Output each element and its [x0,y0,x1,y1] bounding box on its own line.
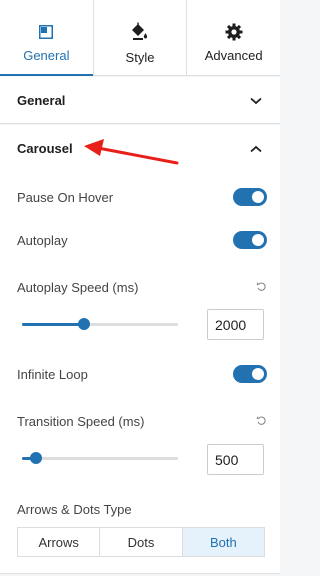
control-label: Arrows & Dots Type [17,501,132,517]
infinite-loop-row: Infinite Loop [17,365,267,383]
annotation-arrow [84,139,179,165]
gear-icon [225,22,243,42]
slider-thumb[interactable] [30,452,43,464]
autoplay-speed-input[interactable]: 2000 [207,309,264,340]
control-label: Autoplay [17,232,68,248]
tab-label: General [23,48,70,63]
chevron-up-icon [250,141,262,156]
autoplay-toggle[interactable] [233,231,267,249]
pause-on-hover-row: Pause On Hover [17,188,267,206]
arrows-dots-selector: Arrows Dots Both [17,527,265,557]
infinite-loop-toggle[interactable] [233,365,267,383]
tab-general[interactable]: General [0,0,93,76]
option-arrows[interactable]: Arrows [18,528,99,556]
carousel-panel-body: Pause On Hover Autoplay Autoplay Speed (… [0,171,280,574]
slider-fill [22,323,85,326]
transition-speed-row: Transition Speed (ms) [17,412,267,430]
paint-bucket-icon [131,22,149,42]
control-label: Transition Speed (ms) [17,413,145,429]
control-label: Autoplay Speed (ms) [17,279,139,295]
arrows-dots-row: Arrows & Dots Type [17,500,267,518]
divider [0,573,280,574]
reset-icon[interactable] [256,280,267,295]
slider-track [22,457,178,460]
pause-on-hover-toggle[interactable] [233,188,267,206]
autoplay-row: Autoplay [17,231,267,249]
reset-icon[interactable] [256,414,267,429]
toggle-knob [252,234,264,246]
panel-title: Carousel [17,140,73,156]
toggle-knob [252,191,264,203]
panel-general-header[interactable]: General [0,77,280,124]
transition-speed-slider[interactable] [22,452,178,464]
tab-label: Style [125,50,155,65]
layout-icon [39,22,54,42]
chevron-down-icon [250,93,262,108]
option-dots[interactable]: Dots [99,528,181,556]
panel-title: General [17,92,66,108]
tab-style[interactable]: Style [92,0,187,75]
transition-speed-input[interactable]: 500 [207,444,264,475]
toggle-knob [252,368,264,380]
autoplay-speed-row: Autoplay Speed (ms) [17,278,267,296]
autoplay-speed-slider[interactable] [22,318,178,330]
tab-bar: General Style Advanced [0,0,280,76]
control-label: Infinite Loop [17,366,88,382]
slider-thumb[interactable] [78,318,91,330]
tab-advanced[interactable]: Advanced [186,0,280,75]
tab-label: Advanced [204,48,263,63]
option-both[interactable]: Both [181,528,264,556]
control-label: Pause On Hover [17,189,114,205]
